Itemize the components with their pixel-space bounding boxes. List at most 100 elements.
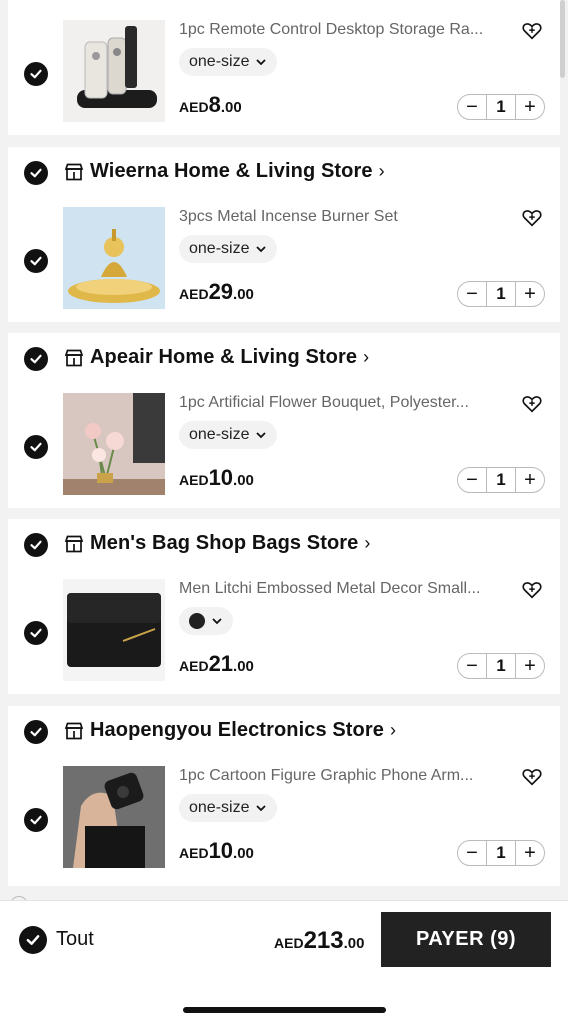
store-name-label: Wieerna Home & Living Store [90, 160, 373, 182]
variant-selector[interactable] [179, 607, 233, 635]
total-price: AED 213 .00 [274, 927, 364, 955]
scrollbar[interactable] [560, 0, 565, 78]
check-icon [30, 727, 42, 737]
item-price: AED 29 .00 [179, 279, 254, 305]
variant-selector[interactable]: one-size [179, 235, 278, 263]
product-title[interactable]: 1pc Artificial Flower Bouquet, Polyester… [179, 394, 514, 412]
variant-selector[interactable]: one-size [179, 48, 278, 76]
variant-selector[interactable]: one-size [179, 794, 278, 822]
store-select-checkbox[interactable] [24, 161, 48, 185]
price-decimal: .00 [233, 658, 254, 675]
variant-label: one-size [189, 53, 250, 70]
store-card: Apeair Home & Living Store › 1pc Artifici… [8, 333, 560, 508]
price-integer: 21 [208, 651, 234, 676]
wishlist-button[interactable] [521, 393, 543, 415]
cart-item: 3pcs Metal Incense Burner Set one-size A… [8, 207, 560, 319]
increase-quantity-button[interactable]: + [516, 841, 544, 865]
chevron-down-icon [212, 618, 222, 625]
quantity-stepper: − 1 + [457, 653, 545, 679]
store-header[interactable]: Haopengyou Electronics Store › [8, 706, 560, 758]
quantity-stepper: − 1 + [457, 467, 545, 493]
increase-quantity-button[interactable]: + [516, 654, 544, 678]
store-header[interactable]: Men's Bag Shop Bags Store › [8, 519, 560, 571]
product-image-incense-burner[interactable] [63, 207, 165, 309]
quantity-value[interactable]: 1 [486, 282, 516, 306]
cart-item: 1pc Remote Control Desktop Storage Ra...… [8, 20, 560, 132]
wishlist-button[interactable] [521, 579, 543, 601]
quantity-value[interactable]: 1 [486, 841, 516, 865]
quantity-value[interactable]: 1 [486, 468, 516, 492]
wishlist-button[interactable] [521, 766, 543, 788]
cart-item: Men Litchi Embossed Metal Decor Small...… [8, 579, 560, 691]
item-select-checkbox[interactable] [24, 249, 48, 273]
store-icon [64, 163, 84, 181]
chevron-right-icon: › [389, 720, 397, 740]
checkout-bar: Tout AED 213 .00 PAYER (9) [0, 900, 568, 1025]
increase-quantity-button[interactable]: + [516, 95, 544, 119]
total-currency: AED [274, 935, 304, 951]
store-name[interactable]: Wieerna Home & Living Store › [90, 160, 385, 183]
check-icon [30, 540, 42, 550]
store-name-label: Haopengyou Electronics Store [90, 719, 384, 741]
check-icon [26, 935, 40, 945]
quantity-value[interactable]: 1 [486, 95, 516, 119]
quantity-stepper: − 1 + [457, 840, 545, 866]
product-image-flower-bouquet[interactable] [63, 393, 165, 495]
store-name-label: Men's Bag Shop Bags Store [90, 532, 359, 554]
chevron-down-icon [256, 805, 267, 812]
increase-quantity-button[interactable]: + [516, 468, 544, 492]
product-title[interactable]: 1pc Remote Control Desktop Storage Ra... [179, 21, 514, 39]
select-all-checkbox[interactable] [19, 926, 47, 954]
price-integer: 10 [208, 465, 234, 490]
quantity-stepper: − 1 + [457, 94, 545, 120]
decrease-quantity-button[interactable]: − [458, 468, 486, 492]
check-icon [30, 628, 42, 638]
product-image-black-wallet[interactable] [63, 579, 165, 681]
item-select-checkbox[interactable] [24, 808, 48, 832]
store-name[interactable]: Men's Bag Shop Bags Store › [90, 532, 371, 555]
wishlist-button[interactable] [521, 207, 543, 229]
variant-selector[interactable]: one-size [179, 421, 278, 449]
quantity-value[interactable]: 1 [486, 654, 516, 678]
store-select-checkbox[interactable] [24, 533, 48, 557]
product-image-remote-holder[interactable] [63, 20, 165, 122]
item-select-checkbox[interactable] [24, 435, 48, 459]
store-select-checkbox[interactable] [24, 720, 48, 744]
decrease-quantity-button[interactable]: − [458, 282, 486, 306]
check-icon [30, 256, 42, 266]
store-name[interactable]: Haopengyou Electronics Store › [90, 719, 396, 742]
scroll-content-edge [0, 886, 568, 900]
price-decimal: .00 [233, 286, 254, 303]
total-integer: 213 [303, 927, 344, 954]
item-price: AED 10 .00 [179, 465, 254, 491]
store-header[interactable]: Apeair Home & Living Store › [8, 333, 560, 385]
home-indicator[interactable] [183, 1007, 386, 1013]
chevron-right-icon: › [378, 161, 385, 181]
product-image-phone-armband[interactable] [63, 766, 165, 868]
store-header[interactable]: Wieerna Home & Living Store › [8, 147, 560, 199]
decrease-quantity-button[interactable]: − [458, 841, 486, 865]
product-title[interactable]: 3pcs Metal Incense Burner Set [179, 208, 514, 226]
pay-button[interactable]: PAYER (9) [381, 912, 551, 967]
check-icon [30, 354, 42, 364]
store-icon [64, 535, 84, 553]
chevron-down-icon [256, 246, 267, 253]
store-name[interactable]: Apeair Home & Living Store › [90, 346, 369, 369]
cart-item-card: 1pc Remote Control Desktop Storage Ra...… [8, 0, 560, 135]
decrease-quantity-button[interactable]: − [458, 95, 486, 119]
product-title[interactable]: 1pc Cartoon Figure Graphic Phone Arm... [179, 767, 514, 785]
item-select-checkbox[interactable] [24, 621, 48, 645]
chevron-down-icon [256, 432, 267, 439]
store-card: Haopengyou Electronics Store › 1pc Cartoo… [8, 706, 560, 886]
wishlist-button[interactable] [521, 20, 543, 42]
variant-label: one-size [189, 426, 250, 443]
item-price: AED 21 .00 [179, 651, 254, 677]
item-select-checkbox[interactable] [24, 62, 48, 86]
price-currency: AED [179, 472, 209, 488]
decrease-quantity-button[interactable]: − [458, 654, 486, 678]
store-select-checkbox[interactable] [24, 347, 48, 371]
product-title[interactable]: Men Litchi Embossed Metal Decor Small... [179, 580, 514, 598]
price-currency: AED [179, 845, 209, 861]
increase-quantity-button[interactable]: + [516, 282, 544, 306]
select-all-label[interactable]: Tout [56, 928, 94, 951]
